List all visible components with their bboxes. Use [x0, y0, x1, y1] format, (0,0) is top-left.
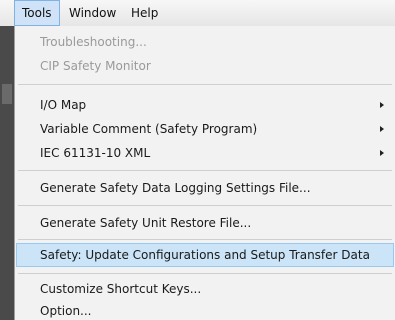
menu-item-troubleshooting: Troubleshooting... — [16, 30, 394, 54]
menu-item-label: IEC 61131-10 XML — [40, 146, 151, 160]
menu-item-generate-restore-file[interactable]: Generate Safety Unit Restore File... — [16, 211, 394, 235]
menu-separator — [18, 239, 392, 240]
menu-window[interactable]: Window — [62, 0, 123, 26]
left-panel-edge — [0, 26, 14, 320]
menu-item-label: Option... — [40, 304, 92, 318]
menu-separator — [18, 273, 392, 274]
app-window: Tools Window Help Troubleshooting... CIP… — [0, 0, 395, 320]
tools-dropdown-menu: Troubleshooting... CIP Safety Monitor I/… — [14, 26, 395, 320]
menu-item-generate-logging-settings[interactable]: Generate Safety Data Logging Settings Fi… — [16, 176, 394, 200]
menu-bar: Tools Window Help — [0, 0, 395, 27]
menu-item-variable-comment[interactable]: Variable Comment (Safety Program) — [16, 117, 394, 141]
menu-item-label: I/O Map — [40, 98, 87, 112]
panel-tab[interactable] — [2, 84, 12, 104]
menu-tools[interactable]: Tools — [14, 0, 60, 26]
menu-help[interactable]: Help — [124, 0, 165, 26]
menu-item-io-map[interactable]: I/O Map — [16, 93, 394, 117]
menu-separator — [18, 170, 392, 171]
menu-item-cip-safety-monitor: CIP Safety Monitor — [16, 54, 394, 78]
submenu-arrow-icon — [380, 126, 384, 132]
menu-item-label: Customize Shortcut Keys... — [40, 282, 202, 296]
menu-item-iec-xml[interactable]: IEC 61131-10 XML — [16, 141, 394, 165]
menu-item-customize-shortcut-keys[interactable]: Customize Shortcut Keys... — [16, 277, 394, 301]
menu-item-label: Troubleshooting... — [40, 35, 147, 49]
menu-separator — [18, 205, 392, 206]
menu-item-label: Variable Comment (Safety Program) — [40, 122, 258, 136]
menu-item-label: Safety: Update Configurations and Setup … — [40, 248, 370, 262]
menu-item-update-configurations[interactable]: Safety: Update Configurations and Setup … — [16, 243, 394, 267]
menu-item-label: Generate Safety Unit Restore File... — [40, 216, 252, 230]
submenu-arrow-icon — [380, 150, 384, 156]
menu-item-label: CIP Safety Monitor — [40, 59, 151, 73]
submenu-arrow-icon — [380, 102, 384, 108]
menu-separator — [18, 84, 392, 85]
menu-item-option[interactable]: Option... — [16, 299, 394, 320]
menu-item-label: Generate Safety Data Logging Settings Fi… — [40, 181, 311, 195]
